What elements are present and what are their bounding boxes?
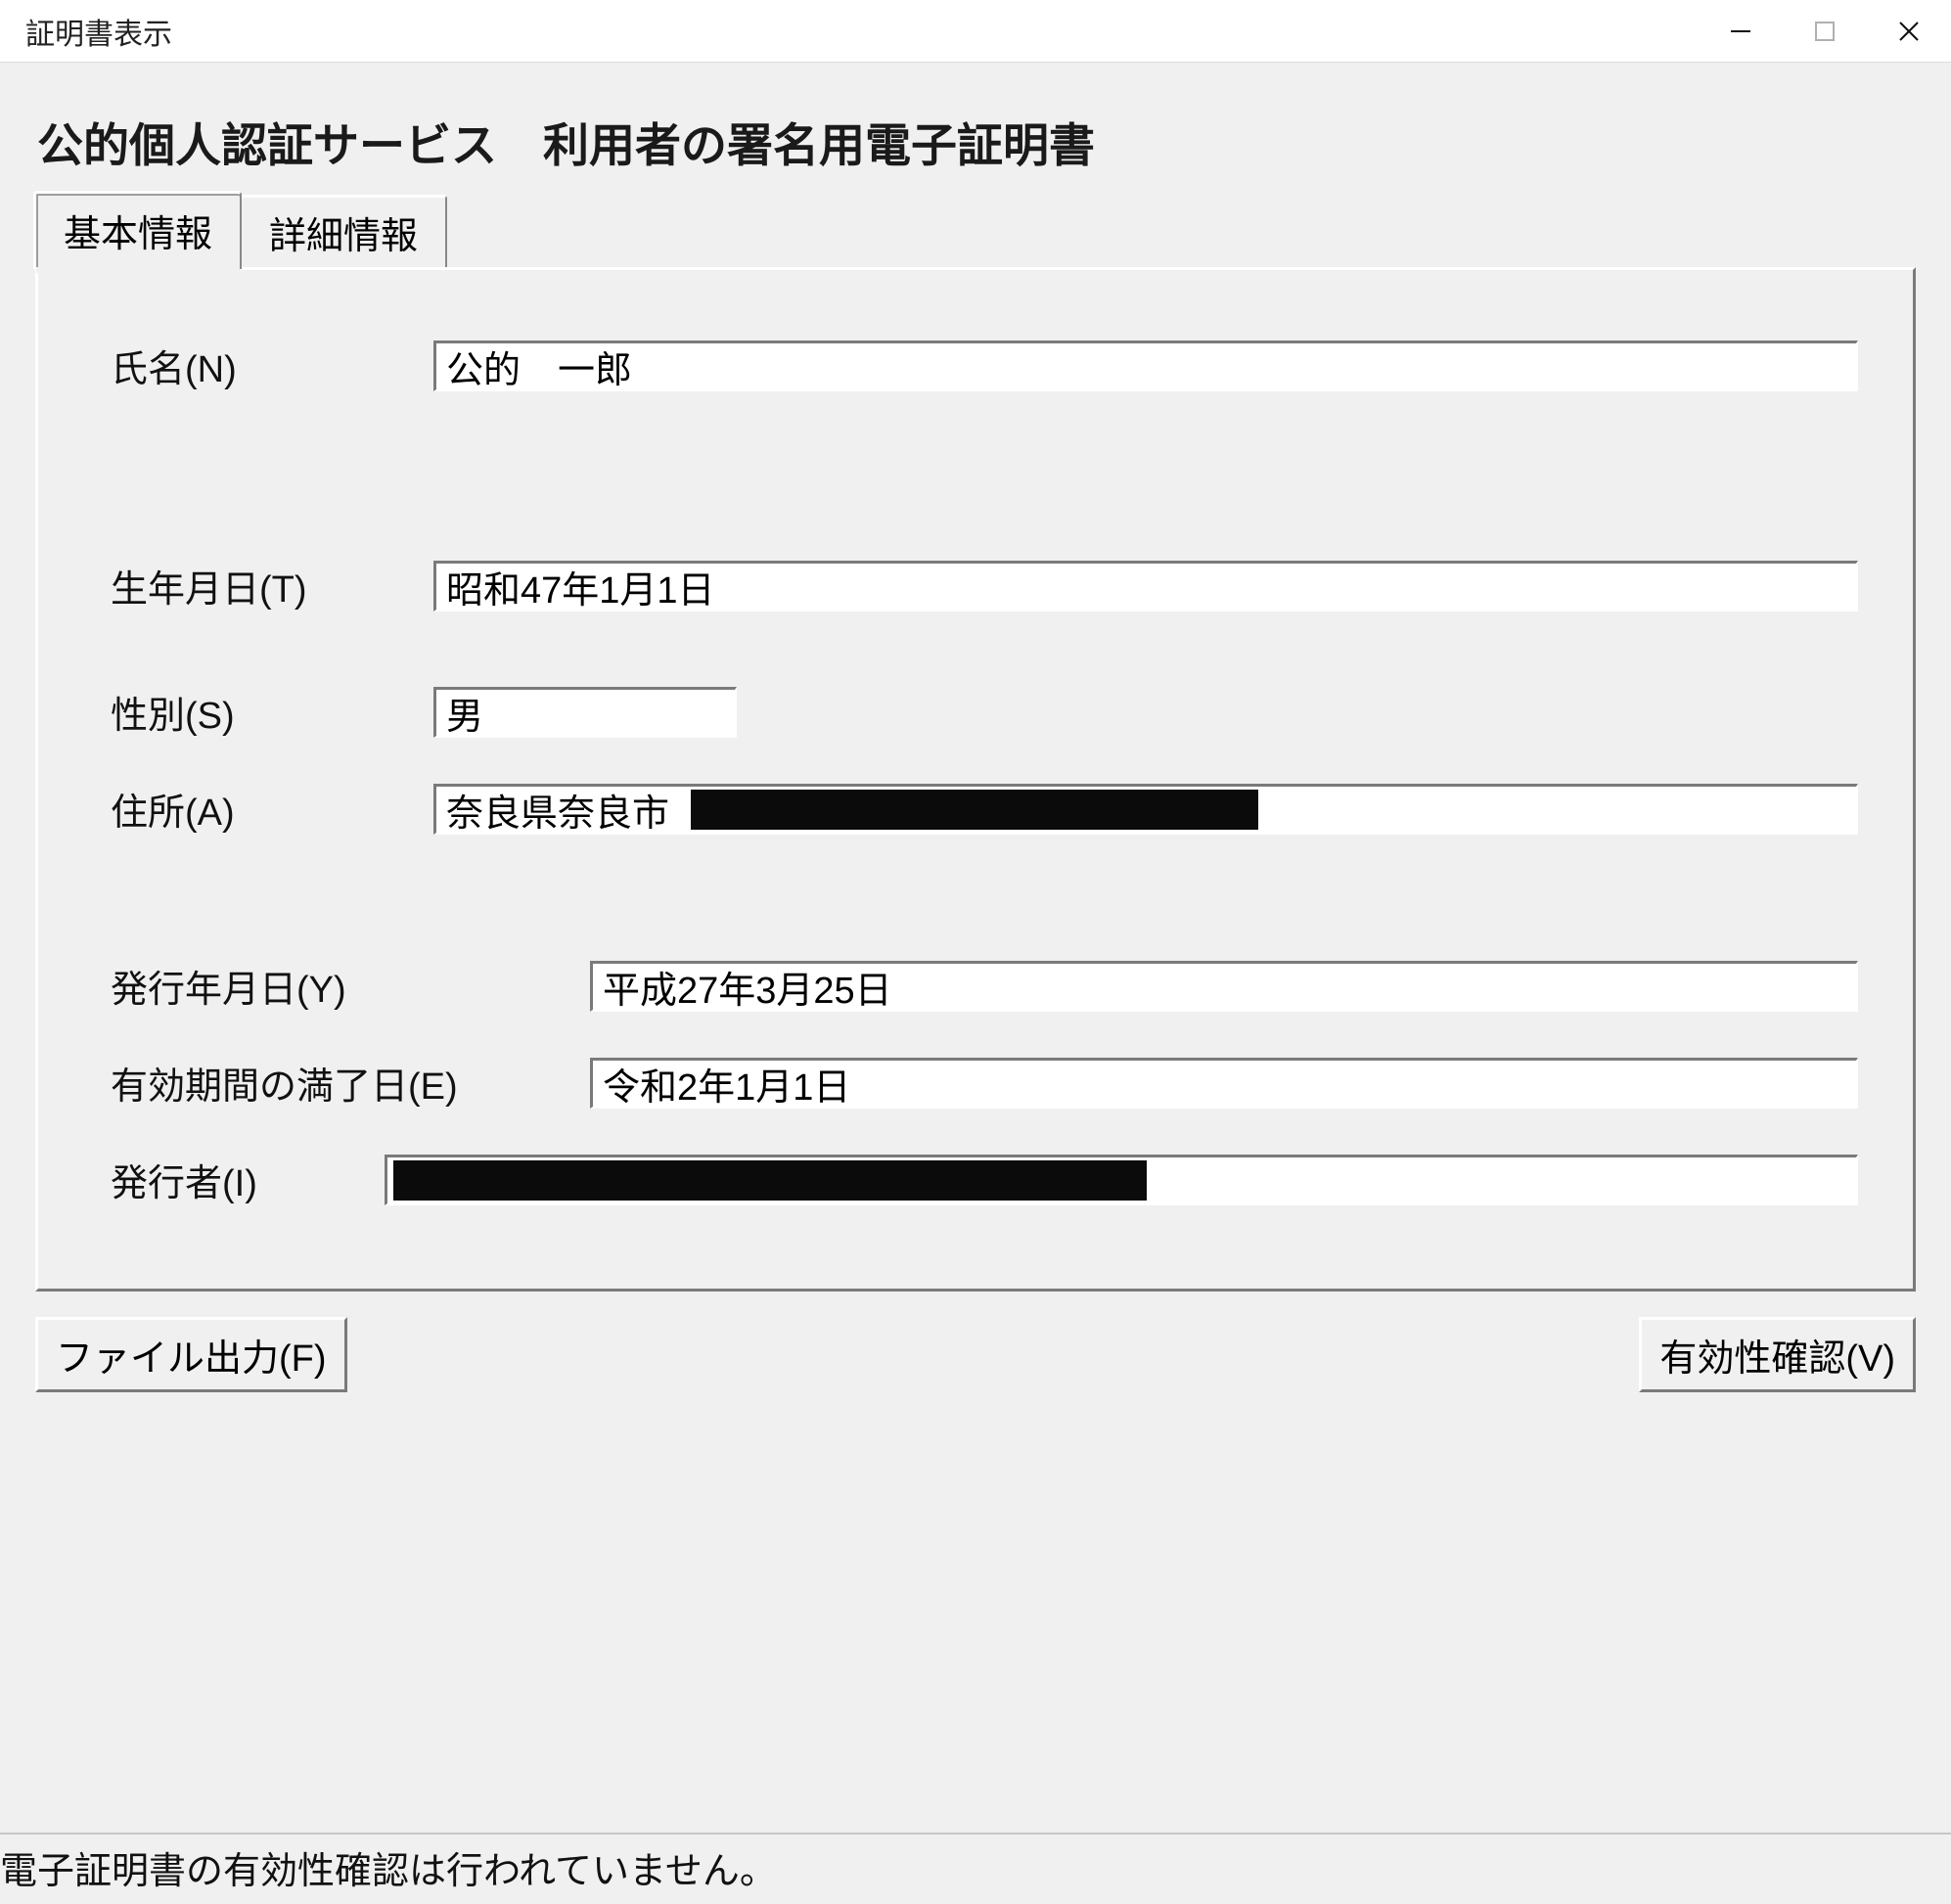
label-issue-date: 発行年月日(Y): [111, 959, 590, 1013]
tab-basic-info-label: 基本情報: [64, 214, 212, 255]
value-sex: 男: [446, 686, 483, 740]
minimize-button[interactable]: [1699, 0, 1783, 63]
value-expiry-date: 令和2年1月1日: [603, 1057, 850, 1111]
validate-button[interactable]: 有効性確認(V): [1639, 1317, 1916, 1392]
issuer-redacted-icon: [393, 1160, 1147, 1201]
title-bar: 証明書表示: [0, 0, 1951, 63]
value-name: 公的 一郎: [446, 340, 632, 393]
field-sex[interactable]: 男: [433, 687, 737, 738]
button-bar: ファイル出力(F) 有効性確認(V): [35, 1317, 1916, 1392]
address-redacted-icon: [691, 790, 1258, 830]
field-birthdate[interactable]: 昭和47年1月1日: [433, 561, 1858, 612]
field-issue-date[interactable]: 平成27年3月25日: [590, 961, 1858, 1012]
tab-basic-info[interactable]: 基本情報: [33, 191, 242, 269]
status-text: 電子証明書の有効性確認は行われていません。: [0, 1851, 777, 1892]
field-name[interactable]: 公的 一郎: [433, 340, 1858, 391]
window-title: 証明書表示: [0, 10, 1699, 53]
label-birthdate: 生年月日(T): [111, 559, 433, 612]
maximize-button: [1783, 0, 1867, 63]
field-expiry-date[interactable]: 令和2年1月1日: [590, 1058, 1858, 1109]
field-address[interactable]: 奈良県奈良市: [433, 784, 1858, 835]
value-address-prefix: 奈良県奈良市: [446, 783, 669, 837]
validate-button-label: 有効性確認(V): [1659, 1338, 1895, 1380]
tab-strip: 基本情報 詳細情報: [33, 191, 1951, 269]
label-issuer: 発行者(I): [111, 1153, 385, 1206]
basic-info-panel: 氏名(N) 公的 一郎 生年月日(T) 昭和47年1月1日 性別(S) 男 住所…: [35, 267, 1916, 1292]
value-birthdate: 昭和47年1月1日: [446, 560, 715, 613]
field-issuer[interactable]: [385, 1155, 1858, 1205]
value-issue-date: 平成27年3月25日: [603, 960, 892, 1014]
label-name: 氏名(N): [111, 339, 433, 392]
file-output-button-label: ファイル出力(F): [56, 1338, 327, 1380]
label-address: 住所(A): [111, 782, 433, 836]
close-button[interactable]: [1867, 0, 1951, 63]
label-sex: 性別(S): [111, 685, 433, 739]
file-output-button[interactable]: ファイル出力(F): [35, 1317, 347, 1392]
page-title: 公的個人認証サービス 利用者の署名用電子証明書: [0, 63, 1951, 191]
status-bar: 電子証明書の有効性確認は行われていません。: [0, 1833, 1951, 1904]
label-expiry-date: 有効期間の満了日(E): [111, 1056, 590, 1110]
tab-detail-info-label: 詳細情報: [269, 216, 418, 257]
tab-detail-info[interactable]: 詳細情報: [240, 195, 447, 267]
